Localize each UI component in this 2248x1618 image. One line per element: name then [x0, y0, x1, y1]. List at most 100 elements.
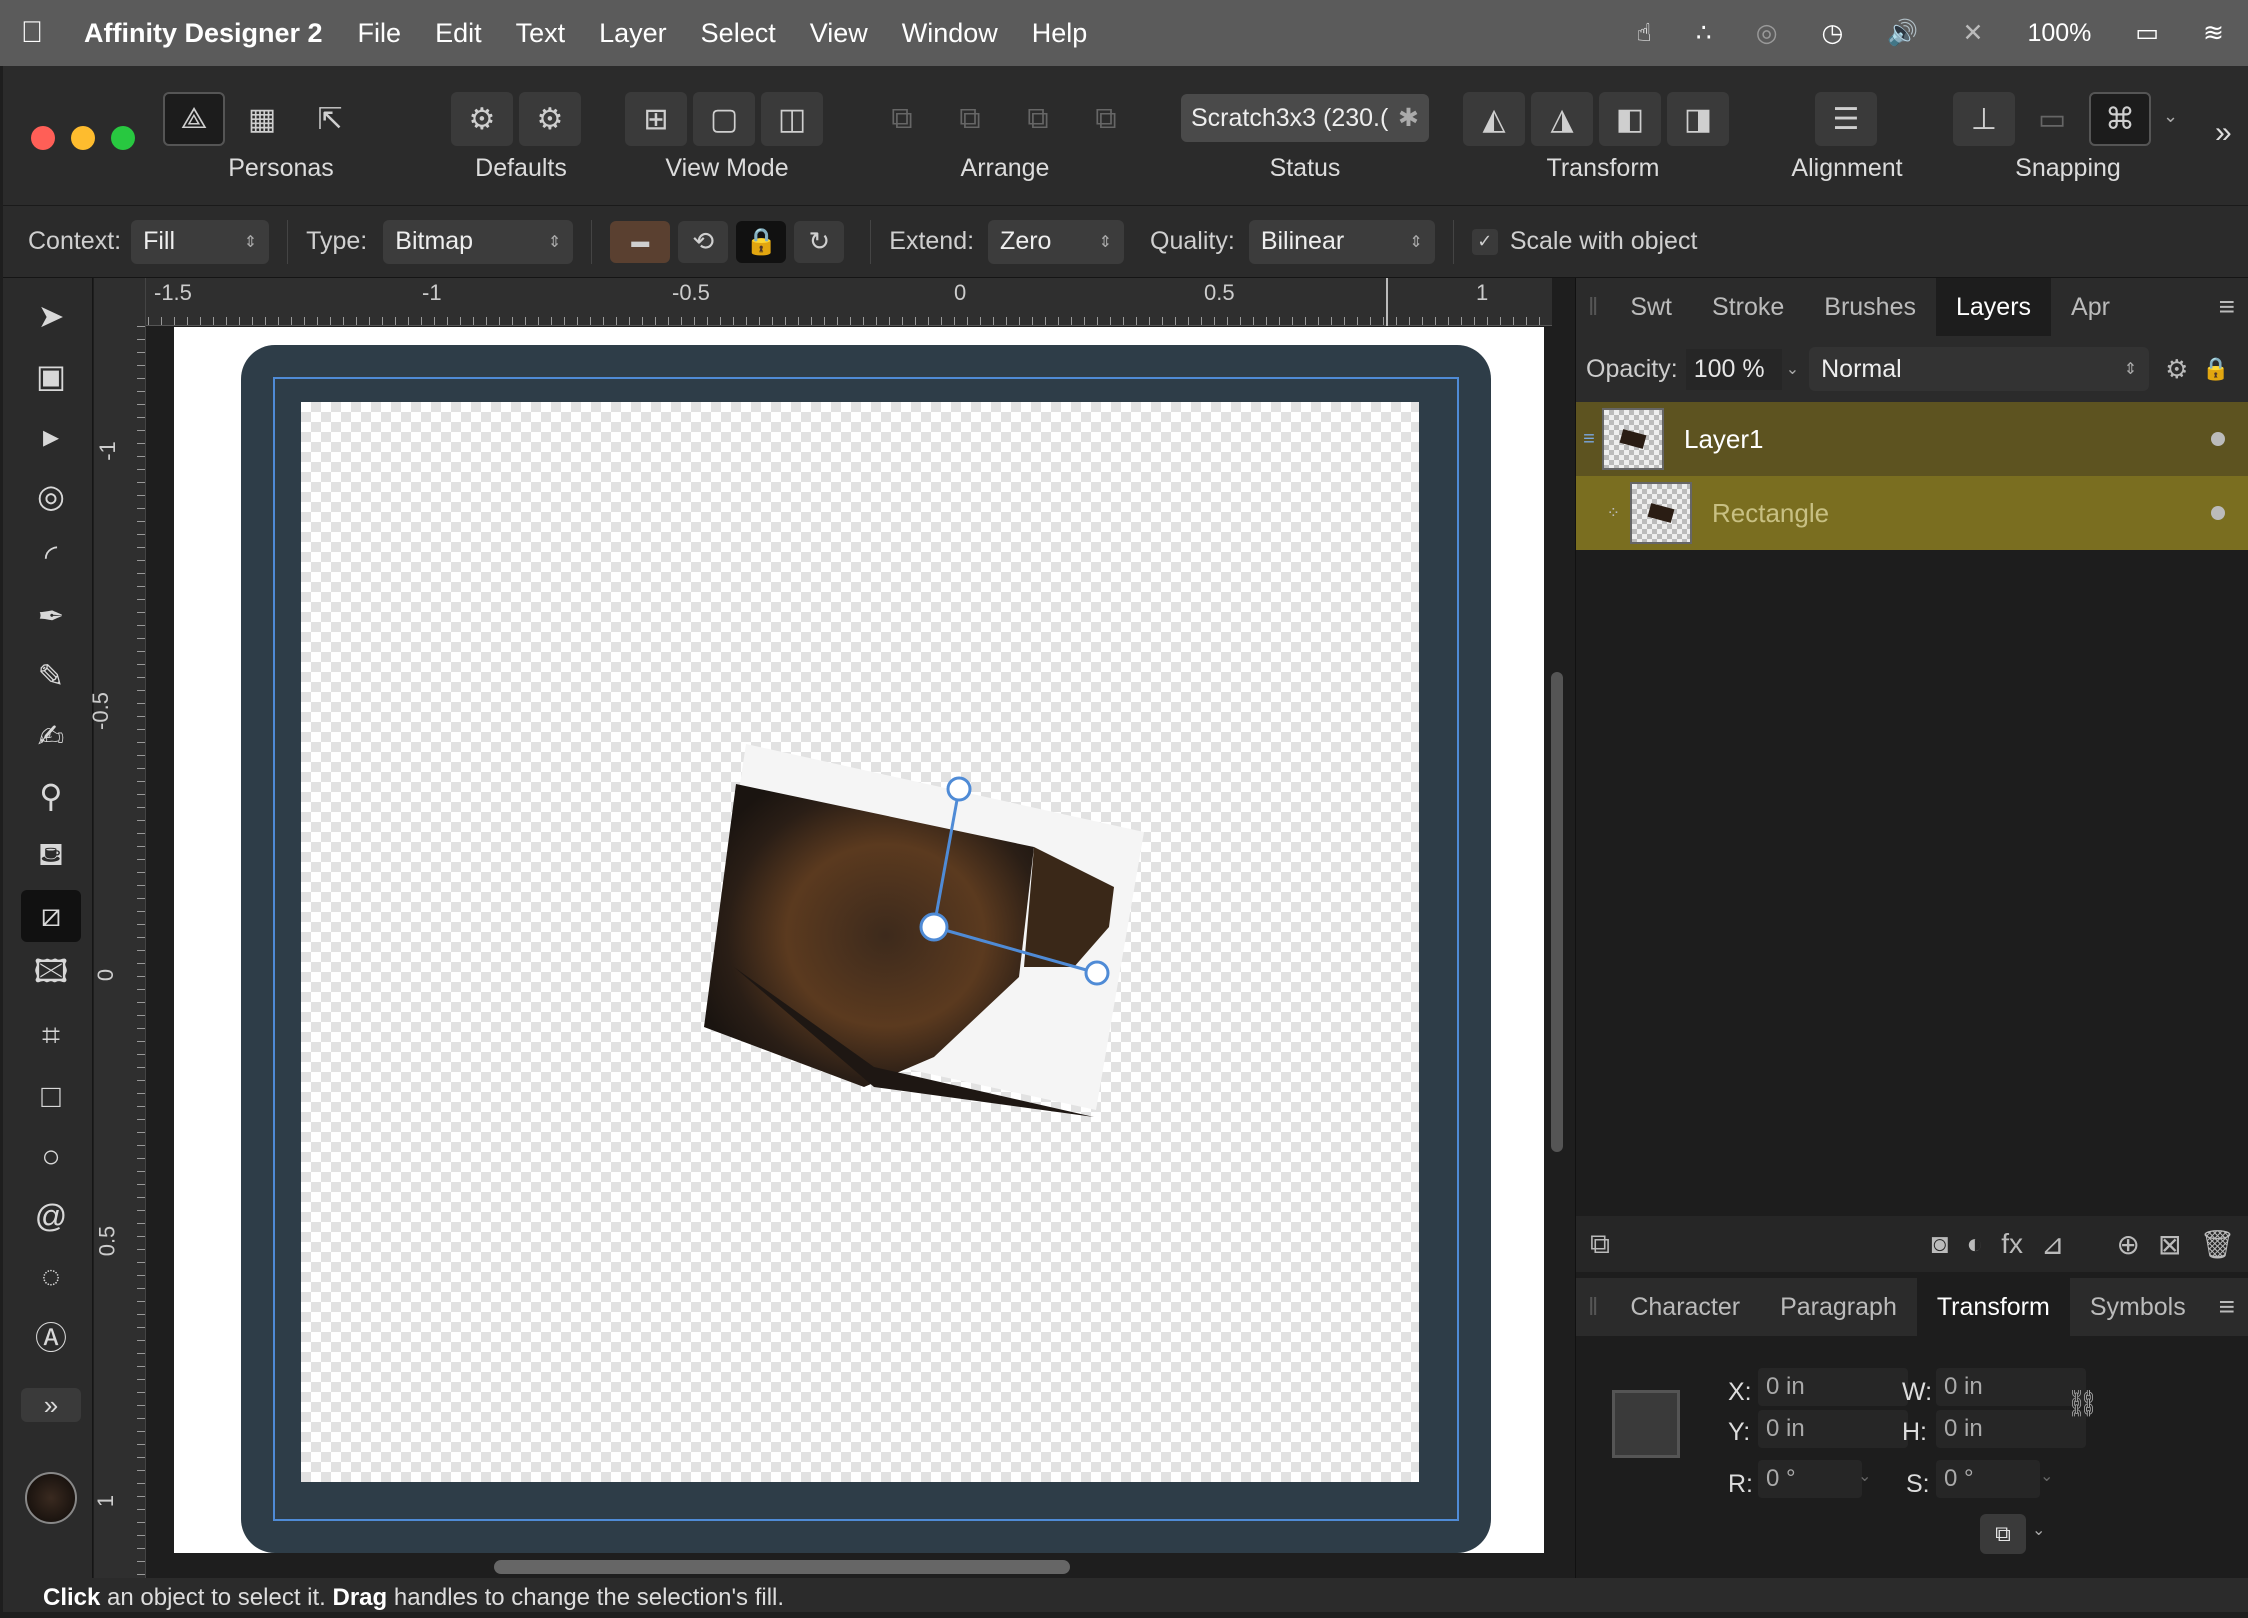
- layer-options-icon[interactable]: ⧉: [1590, 1228, 1610, 1261]
- time-machine-icon[interactable]: ◷: [1822, 18, 1844, 48]
- document-canvas[interactable]: [147, 327, 1553, 1579]
- fill-handle-right[interactable]: [1084, 960, 1110, 986]
- layer-expand-icon[interactable]: ≡: [1576, 428, 1602, 451]
- battery-icon[interactable]: ▭: [2135, 18, 2159, 48]
- tab-brushes[interactable]: Brushes: [1804, 278, 1936, 336]
- fill-handle-origin[interactable]: [919, 912, 949, 942]
- layer-row-layer1[interactable]: ≡ Layer1: [1576, 402, 2248, 476]
- fill-handle-top[interactable]: [946, 776, 972, 802]
- h-field[interactable]: 0 in: [1936, 1410, 2086, 1448]
- lock-fill-button[interactable]: 🔒: [736, 220, 787, 263]
- panel-grip-icon[interactable]: ‖: [1576, 1293, 1610, 1322]
- layer-name[interactable]: Rectangle: [1712, 498, 1829, 529]
- more-tools-button[interactable]: »: [21, 1388, 81, 1422]
- alignment-button[interactable]: ☰: [1815, 92, 1877, 146]
- pixel-persona-button[interactable]: ▦: [231, 92, 293, 146]
- tab-character[interactable]: Character: [1610, 1278, 1760, 1336]
- place-image-tool[interactable]: 🖾: [21, 950, 81, 1002]
- x-field[interactable]: 0 in: [1758, 1368, 1908, 1406]
- move-tool[interactable]: ➤: [21, 290, 81, 342]
- opacity-field[interactable]: 100 %: [1685, 348, 1782, 390]
- add-layer-icon[interactable]: ⊕: [2117, 1228, 2140, 1261]
- bluetooth-off-icon[interactable]: ✕: [1963, 18, 1984, 48]
- menu-text[interactable]: Text: [516, 18, 566, 49]
- color-swatch[interactable]: [21, 1468, 81, 1528]
- bitmap-preview-button[interactable]: ▬: [610, 220, 671, 263]
- flip-vertical-button[interactable]: ◮: [1531, 92, 1593, 146]
- crop-tool[interactable]: ⌗: [21, 1010, 81, 1062]
- ellipse-tool[interactable]: ○: [21, 1130, 81, 1182]
- pencil-tool[interactable]: ✎: [21, 650, 81, 702]
- close-window-button[interactable]: [31, 126, 55, 150]
- blend-mode-select[interactable]: Normal ⇕: [1809, 347, 2150, 391]
- export-persona-button[interactable]: ⇱: [299, 92, 361, 146]
- view-mode-vector-button[interactable]: ⊞: [625, 92, 687, 146]
- layer-visibility-icon[interactable]: [2211, 506, 2225, 520]
- artboard-tool[interactable]: ▣: [21, 350, 81, 402]
- menu-edit[interactable]: Edit: [435, 18, 482, 49]
- tab-appearance[interactable]: Apr: [2051, 278, 2130, 336]
- volume-icon[interactable]: 🔊: [1887, 19, 1918, 48]
- airdrop-icon[interactable]: ◎: [1756, 18, 1778, 48]
- w-field[interactable]: 0 in: [1936, 1368, 2086, 1406]
- menu-file[interactable]: File: [358, 18, 402, 49]
- rotation-dropdown-icon[interactable]: ⌄: [1858, 1466, 1871, 1486]
- context-select[interactable]: Fill ⇕: [131, 219, 270, 264]
- layer-name[interactable]: Layer1: [1684, 424, 1764, 455]
- group-icon[interactable]: ⊠: [2158, 1228, 2181, 1261]
- transform-origin-button[interactable]: ⧉: [1980, 1514, 2026, 1554]
- fingerprint-icon[interactable]: ☝: [1637, 18, 1652, 48]
- artistic-text-tool[interactable]: Ⓐ: [21, 1310, 81, 1362]
- flip-horizontal-button[interactable]: ◭: [1463, 92, 1525, 146]
- transparency-tool[interactable]: ◌: [21, 1250, 81, 1302]
- apple-icon[interactable]: : [2, 16, 62, 50]
- layer-visibility-icon[interactable]: [2211, 432, 2225, 446]
- tab-swatches[interactable]: Swt: [1610, 278, 1692, 336]
- tab-stroke[interactable]: Stroke: [1692, 278, 1804, 336]
- vertical-scrollbar[interactable]: [1551, 672, 1563, 1152]
- gradient-tool[interactable]: ⧄: [21, 890, 81, 942]
- layer-row-rectangle[interactable]: ⁘ Rectangle: [1576, 476, 2248, 550]
- fill-tool[interactable]: ⛾: [21, 830, 81, 882]
- designer-persona-button[interactable]: ⟁: [163, 92, 225, 146]
- arrange-front-button[interactable]: ⧉: [1075, 92, 1137, 146]
- tab-symbols[interactable]: Symbols: [2070, 1278, 2206, 1336]
- tab-paragraph[interactable]: Paragraph: [1760, 1278, 1917, 1336]
- panel-menu-icon[interactable]: ≡: [2219, 291, 2248, 323]
- type-select[interactable]: Bitmap ⇕: [383, 219, 574, 264]
- snapping-toggle-2-button[interactable]: ▭: [2021, 92, 2083, 146]
- snapping-options-button[interactable]: ⊥: [1953, 92, 2015, 146]
- wifi-icon[interactable]: ≋: [2203, 18, 2224, 48]
- point-transform-tool[interactable]: ◎: [21, 470, 81, 522]
- defaults-revert-button[interactable]: ⚙: [519, 92, 581, 146]
- scale-with-object-checkbox[interactable]: ✓: [1471, 228, 1498, 255]
- rotation-field[interactable]: 0 °: [1758, 1460, 1862, 1498]
- rotate-left-button[interactable]: ◧: [1599, 92, 1661, 146]
- reset-fill-button[interactable]: ⟲: [678, 220, 729, 263]
- toolbar-overflow-icon[interactable]: »: [2215, 116, 2232, 150]
- mask-icon[interactable]: ◙: [1931, 1228, 1948, 1260]
- fx-icon[interactable]: fx: [2001, 1228, 2023, 1260]
- shape-builder-tool[interactable]: ⚲: [21, 770, 81, 822]
- y-field[interactable]: 0 in: [1758, 1410, 1908, 1448]
- mesh-icon[interactable]: ⊿: [2041, 1228, 2064, 1261]
- rotate-right-button[interactable]: ◨: [1667, 92, 1729, 146]
- transform-origin-dropdown-icon[interactable]: ⌄: [2032, 1520, 2045, 1540]
- vector-brush-tool[interactable]: ✍: [21, 710, 81, 762]
- anchor-selector[interactable]: [1612, 1390, 1680, 1458]
- node-tool[interactable]: ▸: [21, 410, 81, 462]
- trash-icon[interactable]: 🗑: [2199, 1228, 2235, 1261]
- arrange-backward-button[interactable]: ⧉: [939, 92, 1001, 146]
- lock-icon[interactable]: 🔒: [2202, 356, 2229, 382]
- menu-help[interactable]: Help: [1032, 18, 1088, 49]
- menu-view[interactable]: View: [810, 18, 868, 49]
- app-menu[interactable]: Affinity Designer 2: [84, 18, 323, 49]
- menu-select[interactable]: Select: [701, 18, 776, 49]
- zoom-window-button[interactable]: [111, 126, 135, 150]
- minimize-window-button[interactable]: [71, 126, 95, 150]
- menu-layer[interactable]: Layer: [599, 18, 667, 49]
- dots-icon[interactable]: ∴: [1696, 18, 1712, 48]
- quality-select[interactable]: Bilinear ⇕: [1248, 219, 1435, 264]
- arrange-forward-button[interactable]: ⧉: [1007, 92, 1069, 146]
- panel-menu-icon[interactable]: ≡: [2219, 1291, 2248, 1323]
